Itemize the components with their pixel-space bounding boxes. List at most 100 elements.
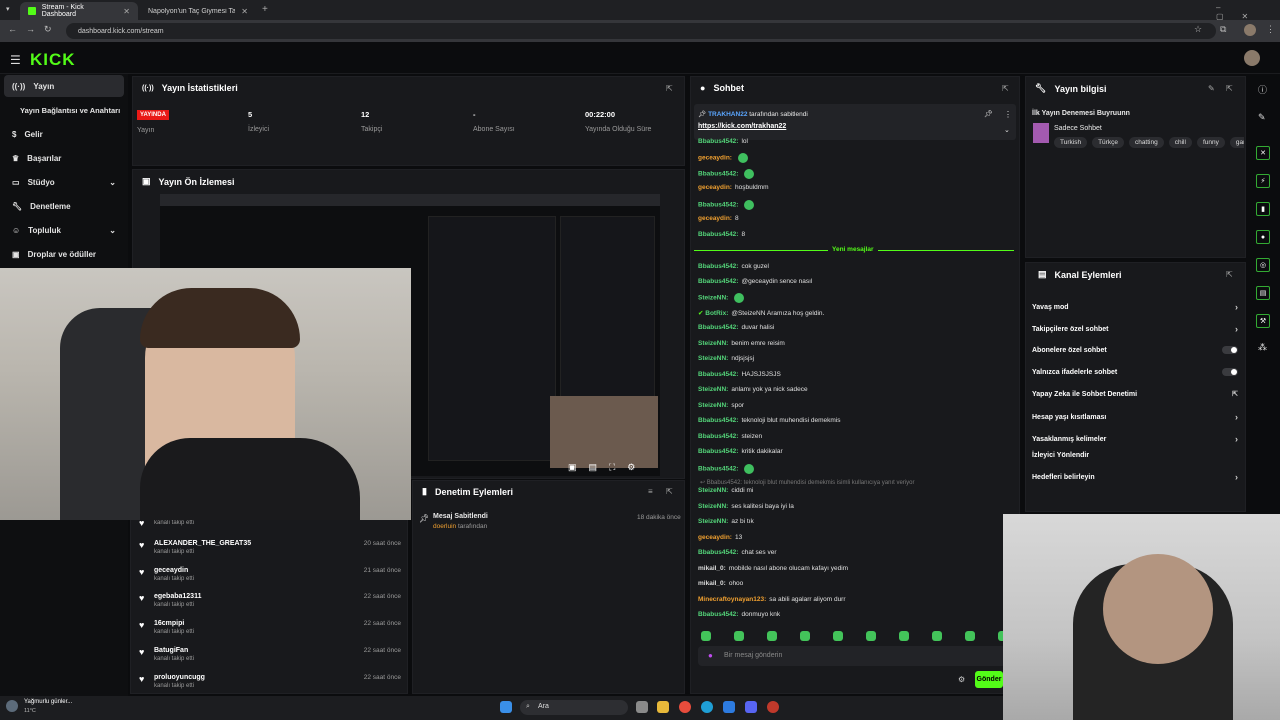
sidebar-item-gelir[interactable]: $ Gelir <box>4 123 124 145</box>
emote-icon[interactable] <box>800 631 810 641</box>
sidebar-item-droplar[interactable]: ▣ Droplar ve ödüller <box>4 243 124 265</box>
emote-icon[interactable] <box>932 631 942 641</box>
emote-icon[interactable] <box>767 631 777 641</box>
sidebar-item-yayin[interactable]: ((·)) Yayın <box>4 75 124 97</box>
chat-username[interactable]: SteizeNN: <box>698 402 728 409</box>
browser-menu-icon[interactable]: ⋮ <box>1266 24 1275 35</box>
edge-icon[interactable] <box>701 701 713 713</box>
chat-username[interactable]: geceaydin: <box>698 215 732 222</box>
toggle-switch[interactable] <box>1222 368 1238 376</box>
channel-action-row[interactable]: Yavaş mod › <box>1032 302 1238 312</box>
emote-icon[interactable] <box>734 631 744 641</box>
taskbar-search[interactable] <box>520 700 628 715</box>
chat-username[interactable]: SteizeNN: <box>698 518 728 525</box>
new-tab-icon[interactable]: + <box>262 4 268 15</box>
collapse-icon[interactable]: ⌄ <box>1004 126 1010 134</box>
tag[interactable]: Turkish <box>1054 137 1088 148</box>
emote-icon[interactable] <box>701 631 711 641</box>
chat-username[interactable]: Bbabus4542: <box>698 278 738 285</box>
chat-username[interactable]: BotRix: <box>705 310 728 317</box>
channel-action-row[interactable]: Yapay Zeka ile Sohbet Denetimi ⇱ <box>1032 390 1238 399</box>
user-avatar[interactable] <box>1244 50 1260 66</box>
tag[interactable]: funny <box>1196 137 1225 148</box>
bookmark-star-icon[interactable]: ☆ <box>1194 24 1202 35</box>
sidebar-item-stream-key[interactable]: Yayın Bağlantısı ve Anahtarı <box>4 99 124 121</box>
sidebar-item-basarilar[interactable]: ♛ Başarılar <box>4 147 124 169</box>
wrench-icon[interactable]: ⚒ <box>1256 314 1270 328</box>
chat-username[interactable]: Bbabus4542: <box>698 433 738 440</box>
list-icon[interactable]: ▤ <box>1256 286 1270 300</box>
window-controls[interactable]: –▢✕ <box>1216 3 1280 21</box>
send-button[interactable]: Gönder <box>975 671 1003 688</box>
chat-username[interactable]: SteizeNN: <box>698 487 728 494</box>
profile-avatar[interactable] <box>1244 24 1256 36</box>
chat-username[interactable]: Bbabus4542: <box>698 138 738 145</box>
chat-username[interactable]: SteizeNN: <box>698 386 728 393</box>
channel-action-row[interactable]: Yasaklanmış kelimeler › <box>1032 434 1238 444</box>
chat-username[interactable]: SteizeNN: <box>698 295 728 302</box>
chat-username[interactable]: Bbabus4542: <box>698 371 738 378</box>
sidebar-item-denetleme[interactable]: 🔧︎ Denetleme <box>4 195 124 217</box>
emote-picker-icon[interactable]: ● <box>708 651 713 660</box>
back-icon[interactable]: ← <box>8 24 17 34</box>
chrome-icon[interactable] <box>679 701 691 713</box>
close-tab-icon[interactable]: ✕ <box>241 7 248 16</box>
file-explorer-icon[interactable] <box>657 701 669 713</box>
url-field[interactable]: dashboard.kick.com/stream <box>66 23 1216 39</box>
sidebar-item-studyo[interactable]: ▭ Stüdyo ⌄ <box>4 171 124 193</box>
chat-username[interactable]: geceaydin: <box>698 534 732 541</box>
pencil-icon[interactable]: ✎ <box>1258 112 1266 123</box>
menu-icon[interactable]: ☰ <box>10 53 21 67</box>
discord-icon[interactable] <box>745 701 757 713</box>
more-icon[interactable]: ⁂ <box>1258 342 1267 353</box>
chat-username[interactable]: Bbabus4542: <box>698 324 738 331</box>
chat-icon[interactable]: ● <box>1256 230 1270 244</box>
tag[interactable]: gam <box>1229 137 1244 148</box>
popout-icon[interactable]: ⇱ <box>666 84 673 93</box>
popout-icon[interactable]: ⇱ <box>666 487 673 496</box>
pinned-link[interactable]: https://kick.com/trakhan22 <box>698 123 786 130</box>
popout-icon[interactable]: ⇱ <box>1002 84 1009 93</box>
pinned-user[interactable]: TRAKHAN22 <box>708 111 747 118</box>
unpin-icon[interactable]: 📌︎ <box>984 110 993 118</box>
emote-icon[interactable] <box>833 631 843 641</box>
channel-action-row[interactable]: Yalnızca ifadelerle sohbet <box>1032 368 1238 376</box>
chat-username[interactable]: geceaydin: <box>698 184 732 191</box>
category-name[interactable]: Sadece Sohbet <box>1054 125 1102 132</box>
chat-username[interactable]: Bbabus4542: <box>698 263 738 270</box>
emote-icon[interactable] <box>866 631 876 641</box>
chat-username[interactable]: SteizeNN: <box>698 355 728 362</box>
tab-napolyon[interactable]: Napolyon'un Taç Giymesi Tablo ✕ <box>140 2 256 20</box>
task-view-icon[interactable] <box>636 701 648 713</box>
filter-icon[interactable]: ≡ <box>648 487 653 496</box>
tag[interactable]: Türkçe <box>1092 137 1124 148</box>
kick-logo[interactable]: KICK <box>30 50 76 70</box>
doc-icon[interactable]: ▮ <box>1256 202 1270 216</box>
channel-action-row[interactable]: Hedefleri belirleyin › <box>1032 472 1238 482</box>
chat-username[interactable]: Bbabus4542: <box>698 549 738 556</box>
start-icon[interactable] <box>500 701 512 713</box>
chat-settings-icon[interactable]: ⚙ <box>958 675 965 684</box>
rail-icon-1[interactable]: ✕ <box>1256 146 1270 160</box>
chat-username[interactable]: SteizeNN: <box>698 340 728 347</box>
tab-kick-dashboard[interactable]: Stream - Kick Dashboard ✕ <box>20 2 138 20</box>
edit-icon[interactable]: ✎ <box>1208 84 1215 93</box>
forward-icon[interactable]: → <box>26 24 35 34</box>
sidebar-item-topluluk[interactable]: ☺ Topluluk ⌄ <box>4 219 124 241</box>
chat-username[interactable]: Minecraftoynayan123: <box>698 596 766 603</box>
weather-text[interactable]: Yağmurlu günler... <box>24 699 72 705</box>
preview-controls[interactable]: ▣▤⛶⚙ <box>568 462 647 473</box>
chat-username[interactable]: Bbabus4542: <box>698 611 738 618</box>
reload-icon[interactable]: ↻ <box>44 24 52 35</box>
channel-action-row[interactable]: Takipçilere özel sohbet › <box>1032 324 1238 334</box>
channel-action-row[interactable]: İzleyici Yönlendir <box>1032 452 1238 459</box>
popout-icon[interactable]: ⇱ <box>1226 270 1233 279</box>
chat-username[interactable]: Bbabus4542: <box>698 466 738 473</box>
obs-icon[interactable] <box>767 701 779 713</box>
tag[interactable]: chatting <box>1128 137 1164 148</box>
more-options-icon[interactable]: ⋮ <box>1004 110 1012 119</box>
chat-username[interactable]: Bbabus4542: <box>698 202 738 209</box>
mod-user[interactable]: doerluin <box>433 523 456 530</box>
tab-list-icon[interactable]: ▾ <box>6 5 10 13</box>
chat-username[interactable]: geceaydin: <box>698 155 732 162</box>
